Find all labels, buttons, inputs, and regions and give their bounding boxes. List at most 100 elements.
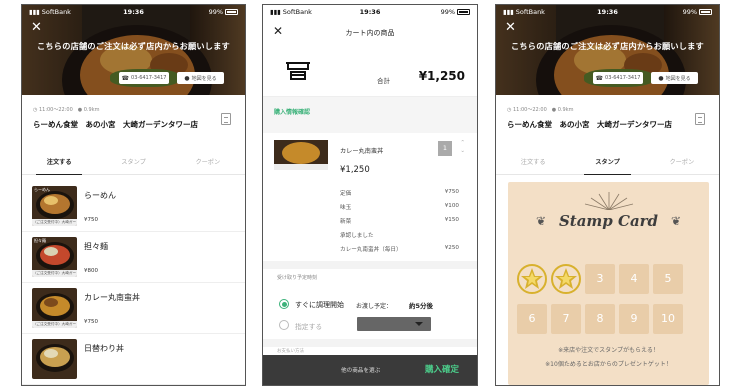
shop-logo-icon	[286, 62, 310, 80]
carrier-label: SoftBank	[41, 8, 71, 16]
cart-item-name: カレー丸南蛮丼	[340, 148, 384, 155]
cart-summary: 合計 ¥1,250	[263, 47, 477, 97]
tab-stamp[interactable]: スタンプ	[570, 151, 644, 175]
shop-info: ◷ 11:00～22:00 ● 0.9km らーめん食堂 あの小宮 大崎ガーデン…	[496, 95, 719, 145]
stamp-slot: 6	[517, 304, 547, 334]
shop-info: ◷ 11:00～22:00 ● 0.9km らーめん食堂 あの小宮 大崎ガーデン…	[22, 95, 245, 145]
caret-down-icon	[415, 322, 423, 326]
stamp-slot: 9	[619, 304, 649, 334]
battery-icon	[699, 9, 713, 15]
list-item[interactable]: 日替わり丼	[22, 334, 245, 385]
tab-coupon[interactable]: クーポン	[645, 151, 719, 174]
stamp-note-2: ※10個ためるとお店からのプレゼントゲット！	[545, 361, 672, 368]
battery-percent: 99%	[208, 8, 224, 16]
stamp-slot: 3	[585, 264, 615, 294]
battery-percent: 99%	[440, 8, 456, 16]
sunburst-decoration	[584, 192, 633, 210]
price-line: 味玉 ¥100	[340, 203, 459, 211]
tab-order[interactable]: 注文する	[22, 151, 96, 175]
item-price: ¥750	[84, 319, 98, 325]
laurel-right-icon: ❦	[670, 214, 681, 228]
close-icon[interactable]: ✕	[505, 21, 516, 34]
stamp-slot: 4	[619, 264, 649, 294]
estimate-label: お渡し予定：	[356, 303, 393, 310]
shop-name: らーめん食堂 あの小宮 大崎ガーデンタワー店	[33, 120, 198, 129]
option-specify-label: 指定する	[295, 323, 323, 331]
other-items-button[interactable]: 他の商品を選ぶ	[341, 366, 380, 374]
list-item[interactable]: らーめん〈ご注文受付中〉大崎ガーデンタワー らーめん ¥750	[22, 181, 245, 232]
close-icon[interactable]: ✕	[31, 21, 42, 34]
stamp-slot: 7	[551, 304, 581, 334]
food-thumbnail: 〈ご注文受付中〉大崎ガーデンタワー	[32, 288, 77, 328]
tab-bar: 注文する スタンプ クーポン	[22, 151, 245, 175]
screen-stamp-card: ▮▮▮ SoftBank 19:36 99% ✕ こちらの店舗のご注文は必ず店内…	[495, 4, 720, 386]
item-name: らーめん	[84, 191, 116, 200]
status-time: 19:36	[597, 8, 618, 16]
phone-icon: ☎	[121, 74, 130, 82]
menu-doc-icon[interactable]	[221, 113, 231, 125]
item-name: カレー丸南蛮丼	[84, 293, 140, 302]
cart-bottom-bar: 他の商品を選ぶ 購入確定	[263, 355, 477, 385]
phone-number: 03-6417-3417	[131, 75, 167, 81]
radio-immediate[interactable]	[279, 299, 289, 309]
shop-hours-row: ◷ 11:00～22:00 ● 0.9km	[507, 107, 574, 113]
section-label: 購入情報確認	[274, 109, 311, 116]
map-button[interactable]: ● 地図を見る	[651, 72, 698, 84]
food-thumbnail	[32, 339, 77, 379]
map-pin-icon: ●	[184, 74, 190, 82]
tab-order[interactable]: 注文する	[496, 151, 570, 174]
menu-list: らーめん〈ご注文受付中〉大崎ガーデンタワー らーめん ¥750 担々麺〈ご注文受…	[22, 181, 245, 385]
quantity-stepper[interactable]: 1	[438, 141, 452, 156]
confirm-purchase-button[interactable]: 購入確定	[425, 363, 459, 375]
phone-button[interactable]: ☎ 03-6417-3417	[119, 72, 169, 84]
stamp-slot: 5	[653, 264, 683, 294]
stamp-slot: 8	[585, 304, 615, 334]
radio-specify[interactable]	[279, 320, 289, 330]
phone-icon: ☎	[595, 74, 604, 82]
screen-order-menu: ▮▮▮ SoftBank 19:36 99% ✕ こちらの店舗のご注文は必ず店内…	[21, 4, 246, 386]
map-pin-icon: ●	[658, 74, 664, 82]
status-bar: ▮▮▮ SoftBank 19:36 99%	[22, 5, 245, 19]
battery-percent: 99%	[682, 8, 698, 16]
tab-bar: 注文する スタンプ クーポン	[496, 151, 719, 175]
total-value: ¥1,250	[418, 69, 465, 83]
cart-header: ✕ カート内の商品	[263, 19, 477, 47]
cart-title: カート内の商品	[345, 29, 395, 37]
pickup-label: 受け取り予定時刻	[277, 275, 318, 281]
estimate-value: 約5分後	[409, 302, 434, 310]
menu-doc-icon[interactable]	[695, 113, 705, 125]
status-time: 19:36	[359, 8, 381, 16]
item-name: 担々麺	[84, 242, 108, 251]
price-line: 新菜 ¥150	[340, 217, 459, 225]
quantity-arrows-icon[interactable]: ⌃ ⌄	[460, 139, 465, 155]
map-label: 地図を見る	[665, 75, 691, 82]
phone-button[interactable]: ☎ 03-6417-3417	[593, 72, 643, 84]
food-thumbnail: らーめん〈ご注文受付中〉大崎ガーデンタワー	[32, 186, 77, 226]
battery-icon	[225, 9, 239, 15]
food-thumbnail	[274, 140, 328, 170]
status-bar: ▮▮▮ SoftBank 19:36 99%	[496, 5, 719, 19]
stamp-card: ❦ Stamp Card ❦ 3 4 5 6 7 8 9 10 ※来店や注文でスタンプがもらえ…	[508, 182, 709, 385]
list-item[interactable]: 〈ご注文受付中〉大崎ガーデンタワー カレー丸南蛮丼 ¥750	[22, 283, 245, 334]
payment-label: お支払い方法	[277, 349, 304, 354]
tab-stamp[interactable]: スタンプ	[96, 151, 170, 174]
phone-number: 03-6417-3417	[605, 75, 641, 81]
tab-coupon[interactable]: クーポン	[171, 151, 245, 174]
stamp-slot: 10	[653, 304, 683, 334]
price-line: カレー丸南蛮丼（毎日） ¥250	[340, 245, 459, 253]
order-notice: こちらの店舗のご注文は必ず店内からお願いします	[511, 41, 704, 51]
list-item[interactable]: 担々麺〈ご注文受付中〉大崎ガーデンタワー 担々麺 ¥800	[22, 232, 245, 283]
shop-name: らーめん食堂 あの小宮 大崎ガーデンタワー店	[507, 120, 672, 129]
item-price: ¥800	[84, 268, 98, 274]
map-label: 地図を見る	[191, 75, 217, 82]
screen-cart: ▮▮▮ SoftBank 19:36 99% ✕ カート内の商品 合計 ¥1,2…	[262, 4, 478, 386]
order-notice: こちらの店舗のご注文は必ず店内からお願いします	[37, 41, 230, 51]
item-note: 承認しました	[340, 233, 374, 239]
stamp-star-icon	[551, 264, 581, 294]
battery-icon	[457, 9, 471, 15]
option-immediate-label: すぐに調理開始	[295, 301, 344, 309]
time-select[interactable]	[357, 317, 431, 331]
map-button[interactable]: ● 地図を見る	[177, 72, 224, 84]
status-time: 19:36	[123, 8, 144, 16]
stamp-star-icon	[517, 264, 547, 294]
